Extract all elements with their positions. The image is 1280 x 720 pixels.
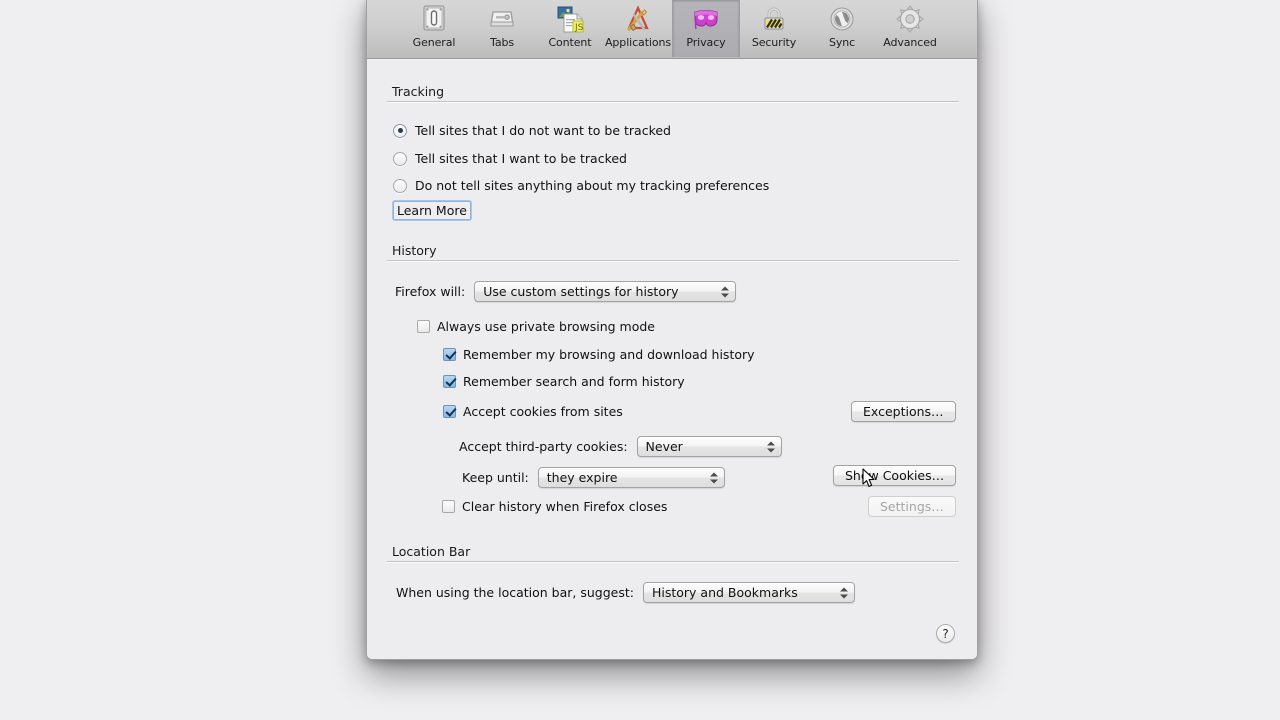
location-bar-group: Location Bar	[387, 544, 959, 563]
learn-more-button[interactable]: Learn More	[393, 201, 471, 220]
location-bar-group-title: Location Bar	[392, 544, 471, 559]
toolbar-item-label: Privacy	[686, 36, 726, 49]
firefox-will-value: Use custom settings for history	[483, 284, 679, 299]
toolbar-item-applications[interactable]: Applications	[604, 0, 672, 57]
firefox-will-row: Firefox will: Use custom settings for hi…	[395, 281, 737, 302]
radio-want-tracked-label: Tell sites that I want to be tracked	[415, 151, 627, 166]
clear-history-checkbox[interactable]	[442, 500, 455, 513]
chevron-updown-icon	[766, 440, 775, 453]
help-glyph: ?	[942, 626, 949, 641]
suggest-value: History and Bookmarks	[651, 585, 798, 600]
history-group: History	[387, 243, 959, 262]
suggest-select[interactable]: History and Bookmarks	[642, 582, 855, 603]
privacy-mask-icon	[690, 3, 722, 35]
toolbar-item-privacy[interactable]: Privacy	[672, 0, 740, 57]
keep-until-value: they expire	[546, 470, 618, 485]
remember-search-row[interactable]: Remember search and form history	[443, 374, 685, 389]
keep-until-select[interactable]: they expire	[537, 467, 725, 488]
remember-browsing-row[interactable]: Remember my browsing and download histor…	[443, 347, 755, 362]
preferences-toolbar: General Tabs JS Content Applications Pri…	[367, 0, 977, 59]
security-lock-icon	[758, 3, 790, 35]
tracking-group: Tracking	[387, 84, 959, 103]
third-party-cookies-row: Accept third-party cookies: Never	[459, 436, 782, 457]
toolbar-item-sync[interactable]: Sync	[808, 0, 876, 57]
third-party-cookies-label: Accept third-party cookies:	[459, 439, 628, 454]
toolbar-item-label: Sync	[828, 36, 856, 49]
toolbar-item-label: General	[412, 36, 456, 49]
firefox-will-select[interactable]: Use custom settings for history	[474, 281, 737, 302]
toolbar-item-label: Tabs	[490, 36, 514, 49]
applications-icon	[622, 3, 654, 35]
always-private-label: Always use private browsing mode	[437, 319, 655, 334]
exceptions-button[interactable]: Exceptions…	[851, 401, 956, 422]
suggest-label: When using the location bar, suggest:	[396, 585, 634, 600]
chevron-updown-icon	[721, 285, 730, 298]
screen: General Tabs JS Content Applications Pri…	[0, 0, 1280, 720]
settings-row[interactable]: Settings…	[868, 496, 956, 517]
third-party-cookies-value: Never	[645, 439, 683, 454]
show-cookies-row[interactable]: Show Cookies…	[833, 465, 957, 486]
keep-until-label: Keep until:	[462, 470, 529, 485]
toolbar-item-label: Advanced	[883, 36, 937, 49]
tracking-divider	[387, 101, 959, 103]
chevron-updown-icon	[709, 471, 718, 484]
toolbar-item-label: Security	[751, 36, 797, 49]
third-party-cookies-select[interactable]: Never	[636, 436, 782, 457]
accept-cookies-checkbox[interactable]	[443, 405, 456, 418]
chevron-updown-icon	[839, 586, 848, 599]
toolbar-item-label: Content	[548, 36, 592, 49]
history-divider	[387, 260, 959, 262]
radio-row-want-tracked[interactable]: Tell sites that I want to be tracked	[393, 151, 627, 166]
exceptions-row[interactable]: Exceptions…	[851, 401, 956, 422]
toolbar-item-label: Applications	[605, 36, 671, 49]
always-private-row[interactable]: Always use private browsing mode	[417, 319, 655, 334]
location-bar-divider	[387, 561, 959, 563]
clear-history-row[interactable]: Clear history when Firefox closes	[442, 499, 667, 514]
content-icon: JS	[554, 3, 586, 35]
preferences-window: General Tabs JS Content Applications Pri…	[366, 0, 978, 660]
learn-more-row[interactable]: Learn More	[393, 201, 471, 220]
toolbar-item-security[interactable]: Security	[740, 0, 808, 57]
advanced-gear-icon	[894, 3, 926, 35]
remember-search-label: Remember search and form history	[463, 374, 685, 389]
radio-want-tracked[interactable]	[393, 151, 407, 166]
radio-do-not-track-label: Tell sites that I do not want to be trac…	[415, 123, 671, 138]
always-private-checkbox[interactable]	[417, 320, 430, 333]
firefox-will-label: Firefox will:	[395, 284, 466, 299]
help-button[interactable]: ?	[936, 624, 955, 643]
tabs-icon	[486, 3, 518, 35]
radio-row-do-not-track[interactable]: Tell sites that I do not want to be trac…	[393, 123, 671, 138]
toolbar-item-tabs[interactable]: Tabs	[468, 0, 536, 57]
suggest-row: When using the location bar, suggest: Hi…	[396, 582, 855, 603]
toolbar-item-general[interactable]: General	[400, 0, 468, 57]
remember-browsing-label: Remember my browsing and download histor…	[463, 347, 755, 362]
privacy-panel: Tracking Tell sites that I do not want t…	[367, 59, 977, 659]
remember-browsing-checkbox[interactable]	[443, 348, 456, 361]
toolbar-item-advanced[interactable]: Advanced	[876, 0, 944, 57]
clear-history-label: Clear history when Firefox closes	[462, 499, 668, 514]
history-group-title: History	[392, 243, 437, 258]
sync-icon	[826, 3, 858, 35]
radio-row-no-preference[interactable]: Do not tell sites anything about my trac…	[393, 178, 769, 193]
radio-do-not-track[interactable]	[393, 123, 407, 138]
show-cookies-button[interactable]: Show Cookies…	[833, 465, 957, 486]
tracking-group-title: Tracking	[392, 84, 445, 99]
svg-text:JS: JS	[574, 23, 584, 33]
general-icon	[418, 3, 450, 35]
radio-no-preference-label: Do not tell sites anything about my trac…	[415, 178, 770, 193]
keep-until-row: Keep until: they expire	[462, 467, 725, 488]
settings-button[interactable]: Settings…	[868, 496, 956, 517]
accept-cookies-label: Accept cookies from sites	[463, 404, 623, 419]
remember-search-checkbox[interactable]	[443, 375, 456, 388]
accept-cookies-row[interactable]: Accept cookies from sites	[443, 404, 623, 419]
radio-no-preference[interactable]	[393, 178, 407, 193]
toolbar-item-content[interactable]: JS Content	[536, 0, 604, 57]
